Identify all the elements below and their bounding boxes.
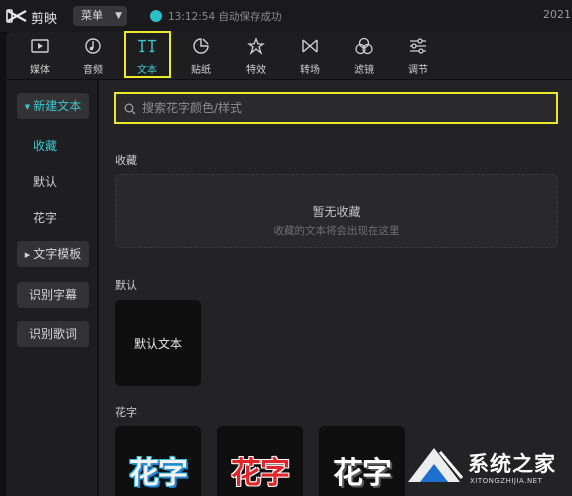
empty-state-title: 暂无收藏 [312, 205, 361, 219]
project-date: 2021 [543, 8, 571, 21]
search-icon [124, 103, 136, 115]
transition-icon [302, 39, 318, 53]
tool-tabs: 媒体 音频 文本 贴纸 特效 转场 滤镜 调节 [6, 32, 572, 79]
fancy-section-title: 花字 [115, 406, 137, 419]
text-category-sidebar: ▼ 新建文本 收藏 默认 花字 ▶ 文字模板 识别字幕 识别歌词 [6, 80, 97, 496]
sidebar-item-fancy-text[interactable]: 花字 [6, 209, 84, 226]
site-watermark: 系统之家 XITONGZHIJIA.NET [398, 440, 572, 496]
recognize-lyrics-button[interactable]: 识别歌词 [17, 321, 89, 347]
favorites-empty-state: 暂无收藏 收藏的文本将会出现在这里 [115, 174, 558, 248]
fancy-text-card[interactable]: 花字 [115, 426, 201, 496]
fancy-text-preview: 花字 [231, 456, 290, 491]
default-text-card[interactable]: 默认文本 [115, 300, 201, 386]
tab-effects[interactable]: 特效 [232, 32, 280, 79]
menu-label: 菜单 [81, 9, 103, 22]
autosave-status: 13:12:54 自动保存成功 [168, 11, 282, 23]
fancy-text-preview: 花字 [333, 456, 392, 491]
save-check-icon [150, 10, 162, 22]
capcut-logo-icon [6, 9, 27, 23]
caret-right-icon: ▶ [24, 251, 31, 259]
chevron-down-icon: ▼ [115, 11, 122, 21]
fancy-text-card[interactable]: 花字 [217, 426, 303, 496]
tab-transition[interactable]: 转场 [286, 32, 334, 79]
watermark-logo-icon [408, 448, 464, 482]
tab-adjust[interactable]: 调节 [394, 32, 442, 79]
default-text-label: 默认文本 [133, 337, 182, 351]
menu-dropdown[interactable]: 菜单 ▼ [73, 6, 127, 26]
title-bar: 剪映 菜单 ▼ 13:12:54 自动保存成功 2021 [0, 0, 572, 32]
favorites-section-title: 收藏 [115, 154, 137, 167]
audio-icon [85, 38, 101, 54]
tab-filter[interactable]: 滤镜 [340, 32, 388, 79]
tab-media[interactable]: 媒体 [16, 32, 64, 79]
tab-sticker[interactable]: 贴纸 [177, 32, 225, 79]
tab-audio[interactable]: 音频 [69, 32, 117, 79]
media-icon [31, 39, 49, 53]
effects-icon [247, 37, 265, 55]
recognize-subtitles-button[interactable]: 识别字幕 [17, 282, 89, 308]
new-text-button[interactable]: ▼ 新建文本 [17, 93, 89, 119]
sidebar-item-favorites[interactable]: 收藏 [6, 137, 84, 154]
fancy-text-preview: 花字 [129, 456, 188, 491]
caret-down-icon: ▼ [24, 103, 31, 111]
default-section-title: 默认 [115, 279, 137, 292]
empty-state-subtitle: 收藏的文本将会出现在这里 [273, 225, 400, 237]
sidebar-item-default[interactable]: 默认 [6, 173, 84, 190]
adjust-icon [410, 38, 426, 54]
search-input[interactable] [142, 98, 542, 118]
app-name: 剪映 [31, 12, 58, 27]
watermark-subtext: XITONGZHIJIA.NET [470, 477, 543, 485]
sticker-icon [193, 38, 209, 54]
search-bar [114, 92, 558, 124]
text-template-button[interactable]: ▶ 文字模板 [17, 241, 89, 267]
watermark-text: 系统之家 [468, 452, 556, 476]
filter-icon [355, 37, 373, 55]
fancy-text-card[interactable]: 花字 [319, 426, 405, 496]
text-tab-highlight-box [124, 31, 171, 78]
